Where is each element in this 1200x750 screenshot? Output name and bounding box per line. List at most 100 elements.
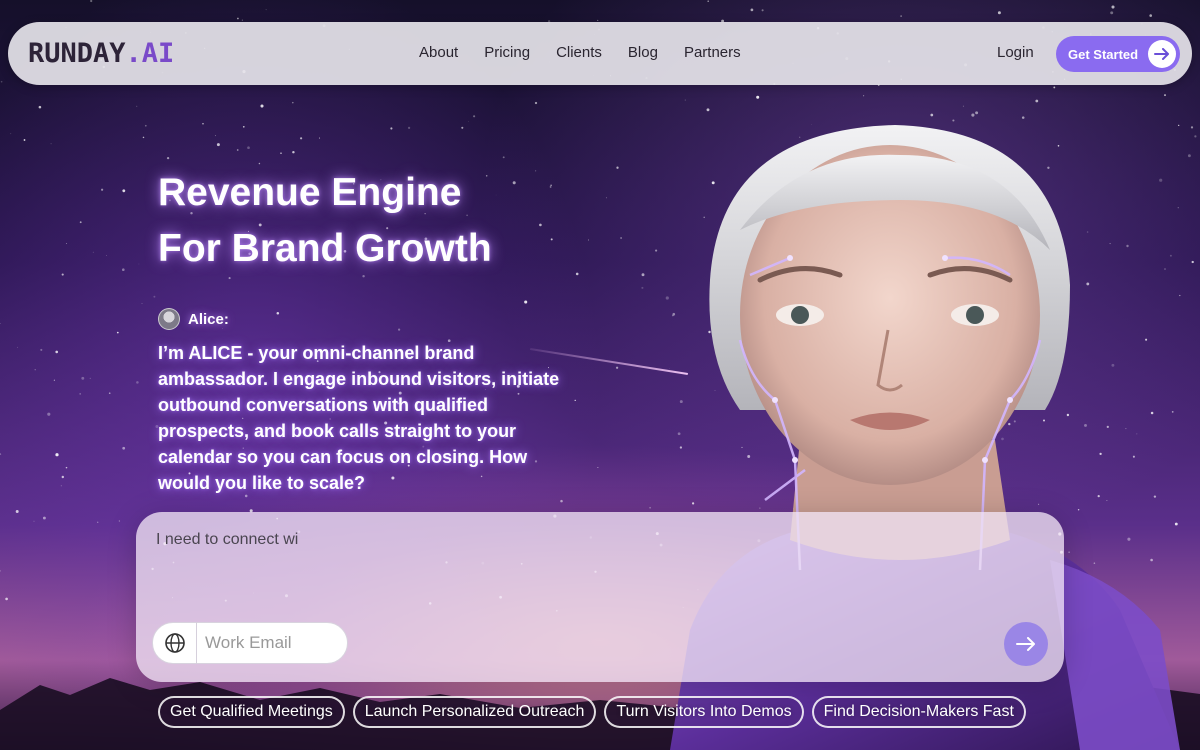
- star: [863, 95, 865, 97]
- star: [1035, 99, 1039, 103]
- avatar: [158, 308, 180, 330]
- star: [524, 300, 528, 304]
- star: [202, 123, 204, 125]
- star: [242, 125, 245, 128]
- send-button[interactable]: [1004, 622, 1048, 666]
- star: [265, 9, 267, 11]
- star: [390, 127, 393, 130]
- star: [900, 15, 902, 17]
- headline-line-1: Revenue Engine: [158, 171, 462, 214]
- star: [535, 170, 537, 172]
- star: [17, 346, 18, 348]
- email-input[interactable]: [197, 633, 337, 653]
- runday-logo[interactable]: RUNDAY.AI: [28, 38, 174, 69]
- star: [116, 331, 119, 334]
- star: [214, 135, 216, 137]
- logo-text: RUNDAY: [28, 38, 126, 69]
- star: [34, 369, 36, 371]
- star: [89, 377, 91, 380]
- top-navbar: RUNDAY.AI About Pricing Clients Blog Par…: [8, 22, 1192, 85]
- star: [79, 221, 82, 224]
- nav-link-partners[interactable]: Partners: [684, 44, 741, 61]
- star: [1149, 14, 1152, 17]
- chat-input-panel: I need to connect wi: [136, 512, 1064, 682]
- star: [560, 499, 563, 503]
- star: [122, 446, 126, 450]
- chat-message-input[interactable]: I need to connect wi: [156, 531, 298, 549]
- star: [962, 105, 964, 107]
- star: [292, 101, 294, 104]
- logo-text-suffix: .AI: [125, 38, 175, 69]
- star: [707, 0, 710, 3]
- suggestion-chip-visitors-into-demos[interactable]: Turn Visitors Into Demos: [604, 696, 804, 728]
- suggestion-chip-qualified-meetings[interactable]: Get Qualified Meetings: [158, 696, 345, 728]
- star: [241, 19, 243, 21]
- star: [461, 126, 464, 129]
- star: [122, 189, 126, 193]
- star: [550, 184, 552, 186]
- nav-link-blog[interactable]: Blog: [628, 44, 658, 61]
- star: [549, 185, 552, 188]
- star: [1110, 11, 1114, 15]
- suggestion-chips: Get Qualified Meetings Launch Personaliz…: [158, 696, 1026, 728]
- star: [79, 393, 82, 395]
- star: [588, 239, 589, 241]
- star: [0, 80, 3, 83]
- star: [0, 570, 1, 572]
- star: [260, 104, 264, 108]
- star: [280, 152, 282, 154]
- star: [61, 475, 65, 479]
- star: [136, 381, 139, 384]
- star: [122, 268, 125, 271]
- star: [292, 150, 295, 154]
- star: [276, 312, 280, 315]
- login-link[interactable]: Login: [997, 44, 1034, 61]
- star: [236, 149, 239, 151]
- star: [141, 303, 143, 304]
- star: [65, 466, 68, 469]
- assistant-intro-message: I’m ALICE - your omni-channel brand amba…: [158, 343, 560, 493]
- star: [108, 392, 111, 395]
- star: [684, 99, 686, 101]
- star: [597, 467, 599, 469]
- star: [597, 19, 599, 21]
- star: [10, 133, 12, 135]
- star: [55, 453, 59, 457]
- get-started-button[interactable]: Get Started: [1056, 36, 1180, 72]
- get-started-label: Get Started: [1068, 46, 1139, 62]
- star: [997, 11, 1001, 15]
- star: [66, 243, 67, 244]
- star: [90, 0, 93, 3]
- star: [53, 379, 55, 381]
- nav-link-about[interactable]: About: [419, 44, 458, 61]
- star: [81, 376, 85, 380]
- nav-link-clients[interactable]: Clients: [556, 44, 602, 61]
- speaker-name: Alice:: [188, 310, 229, 328]
- star: [60, 485, 62, 487]
- star: [106, 255, 107, 256]
- nav-links: About Pricing Clients Blog Partners: [419, 44, 741, 61]
- work-email-field[interactable]: [152, 622, 348, 664]
- arrow-right-icon: [1148, 40, 1176, 68]
- star: [166, 156, 170, 160]
- star: [144, 124, 147, 127]
- star: [502, 156, 505, 159]
- star: [236, 17, 239, 20]
- suggestion-chip-personalized-outreach[interactable]: Launch Personalized Outreach: [352, 696, 597, 728]
- star: [750, 8, 754, 12]
- star: [55, 350, 59, 354]
- star: [1164, 94, 1166, 97]
- star: [407, 126, 411, 130]
- star: [1053, 86, 1056, 89]
- star: [761, 9, 764, 12]
- star: [318, 137, 321, 139]
- star: [40, 348, 43, 351]
- suggestion-chip-decision-makers[interactable]: Find Decision-Makers Fast: [811, 696, 1026, 728]
- headline-line-2: For Brand Growth: [158, 227, 492, 270]
- arrow-right-icon: [1016, 637, 1035, 651]
- hero-headline: Revenue Engine For Brand Growth: [158, 165, 492, 277]
- star: [512, 181, 516, 185]
- nav-link-pricing[interactable]: Pricing: [484, 44, 530, 61]
- star: [101, 188, 104, 191]
- star: [97, 521, 99, 523]
